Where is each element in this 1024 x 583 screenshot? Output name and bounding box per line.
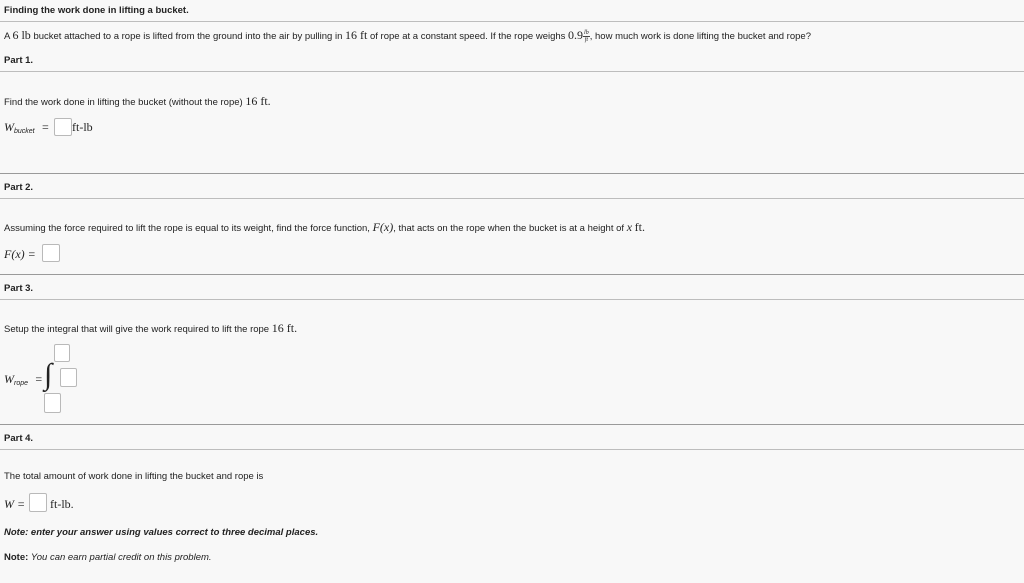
part3-label: Part 3. xyxy=(4,283,34,294)
rope-length: 16 ft xyxy=(345,28,368,42)
question-text: Setup the integral that will give the wo… xyxy=(4,324,270,335)
part3-answer-row: Wrope = xyxy=(4,372,42,387)
divider xyxy=(0,449,1024,450)
question-value: 16 ft. xyxy=(271,321,298,335)
divider xyxy=(0,21,1024,22)
divider xyxy=(0,173,1024,174)
unit-label: ft. xyxy=(634,220,645,234)
unit-label: ft-lb. xyxy=(50,497,74,511)
divider xyxy=(0,71,1024,72)
upper-limit-input[interactable] xyxy=(54,344,70,362)
divider xyxy=(0,274,1024,275)
question-value: 16 ft. xyxy=(245,94,271,108)
total-work-lhs: W = xyxy=(4,497,26,511)
force-function-input[interactable] xyxy=(42,244,60,262)
part3-question: Setup the integral that will give the wo… xyxy=(4,321,297,336)
rope-weight: 0.9 xyxy=(568,28,584,42)
question-text: Assuming the force required to lift the … xyxy=(4,223,370,234)
equals-sign: = xyxy=(35,372,43,386)
problem-text: of rope at a constant speed. If the rope… xyxy=(370,31,566,42)
work-subscript: bucket xyxy=(14,128,35,135)
bucket-work-input[interactable] xyxy=(54,118,72,136)
note-label: Note: xyxy=(4,527,29,538)
problem-text: bucket attached to a rope is lifted from… xyxy=(33,31,343,42)
page-title: Finding the work done in lifting a bucke… xyxy=(4,5,189,16)
note-text: enter your answer using values correct t… xyxy=(30,527,319,538)
part2-question: Assuming the force required to lift the … xyxy=(4,220,645,235)
rope-weight-unit: lb ft xyxy=(583,29,590,43)
divider xyxy=(0,424,1024,425)
force-answer-lhs: F(x) = xyxy=(4,247,36,261)
note-precision: Note: enter your answer using values cor… xyxy=(4,527,318,538)
integrand-input[interactable] xyxy=(60,368,77,387)
divider xyxy=(0,198,1024,199)
note-label: Note: xyxy=(4,552,29,563)
part4-label: Part 4. xyxy=(4,433,34,444)
question-text: , that acts on the rope when the bucket … xyxy=(393,223,625,234)
work-var: W xyxy=(4,372,14,386)
lower-limit-input[interactable] xyxy=(44,393,61,413)
problem-statement: A 6 lb bucket attached to a rope is lift… xyxy=(4,28,811,43)
part4-question: The total amount of work done in lifting… xyxy=(4,471,264,482)
work-var: W xyxy=(4,120,14,134)
note-partial-credit: Note: You can earn partial credit on thi… xyxy=(4,552,212,563)
part1-answer-row: Wbucket = xyxy=(4,120,49,135)
integral-sign: ∫ xyxy=(44,358,53,391)
part1-question: Find the work done in lifting the bucket… xyxy=(4,94,271,109)
height-var: x xyxy=(626,220,633,234)
force-function: F(x) xyxy=(372,220,394,234)
problem-text: , how much work is done lifting the buck… xyxy=(589,31,811,42)
work-subscript: rope xyxy=(14,380,29,387)
part1-label: Part 1. xyxy=(4,55,34,66)
total-work-input[interactable] xyxy=(29,493,47,512)
note-text: You can earn partial credit on this prob… xyxy=(30,552,212,563)
bucket-weight: 6 lb xyxy=(12,28,31,42)
question-text: Find the work done in lifting the bucket… xyxy=(4,97,243,108)
equals-sign: = xyxy=(41,120,49,134)
divider xyxy=(0,299,1024,300)
part2-label: Part 2. xyxy=(4,182,34,193)
unit-label: ft-lb xyxy=(72,120,93,134)
problem-text: A xyxy=(4,31,10,42)
